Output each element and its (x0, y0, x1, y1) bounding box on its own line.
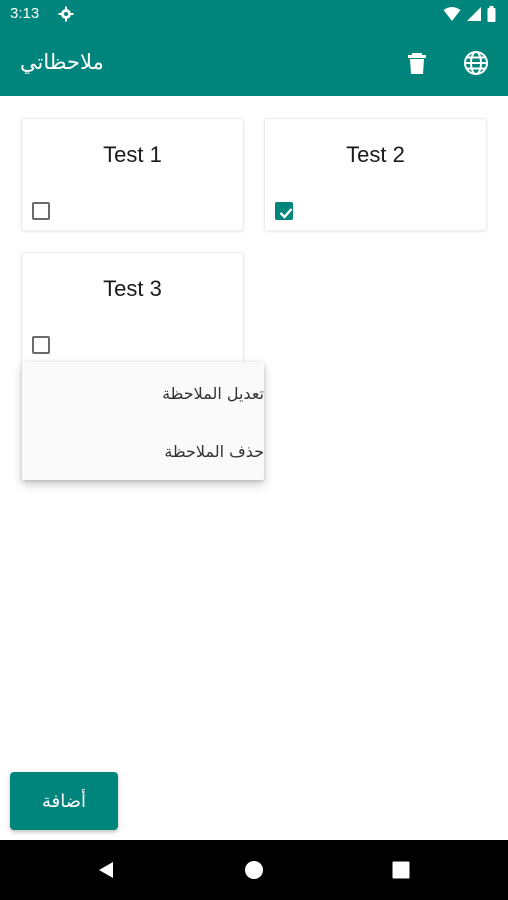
home-icon[interactable] (244, 860, 264, 880)
note-title: Test 1 (103, 142, 162, 167)
context-menu: تعديل الملاحظة حذف الملاحظة (22, 362, 264, 480)
wifi-icon (443, 6, 461, 26)
note-card-1[interactable]: Test 1 (21, 118, 244, 231)
note-card-3[interactable]: Test 3 (21, 252, 244, 365)
menu-item-label: حذف الملاحظة (164, 441, 264, 461)
status-icons (443, 6, 496, 26)
note-title: Test 3 (103, 276, 162, 301)
add-button[interactable]: أضافة (10, 772, 118, 830)
signal-icon (466, 6, 482, 26)
note-card-2[interactable]: Test 2 (264, 118, 487, 231)
battery-icon (487, 6, 496, 26)
note-checkbox[interactable] (32, 336, 50, 354)
menu-item-label: تعديل الملاحظة (162, 383, 264, 403)
app-bar: ملاحظاتي (0, 30, 508, 96)
note-checkbox[interactable] (32, 202, 50, 220)
recents-icon[interactable] (391, 860, 411, 880)
note-title: Test 2 (346, 142, 405, 167)
trash-icon[interactable] (404, 50, 430, 76)
add-button-label: أضافة (41, 790, 87, 812)
status-bar: 3:13 (0, 0, 508, 30)
check-icon (279, 208, 293, 219)
app-title: ملاحظاتي (20, 50, 104, 74)
status-time: 3:13 (10, 5, 40, 22)
globe-icon[interactable] (463, 50, 489, 76)
menu-item-delete-note[interactable]: حذف الملاحظة (22, 422, 264, 480)
gear-icon (58, 6, 74, 22)
back-icon[interactable] (96, 860, 116, 880)
navigation-bar (0, 840, 508, 900)
note-checkbox[interactable] (275, 202, 293, 220)
menu-item-edit-note[interactable]: تعديل الملاحظة (22, 364, 264, 422)
screen: 3:13 ملاحظاتي Test 1 Test 2 Test 3 تعديل… (0, 0, 508, 900)
